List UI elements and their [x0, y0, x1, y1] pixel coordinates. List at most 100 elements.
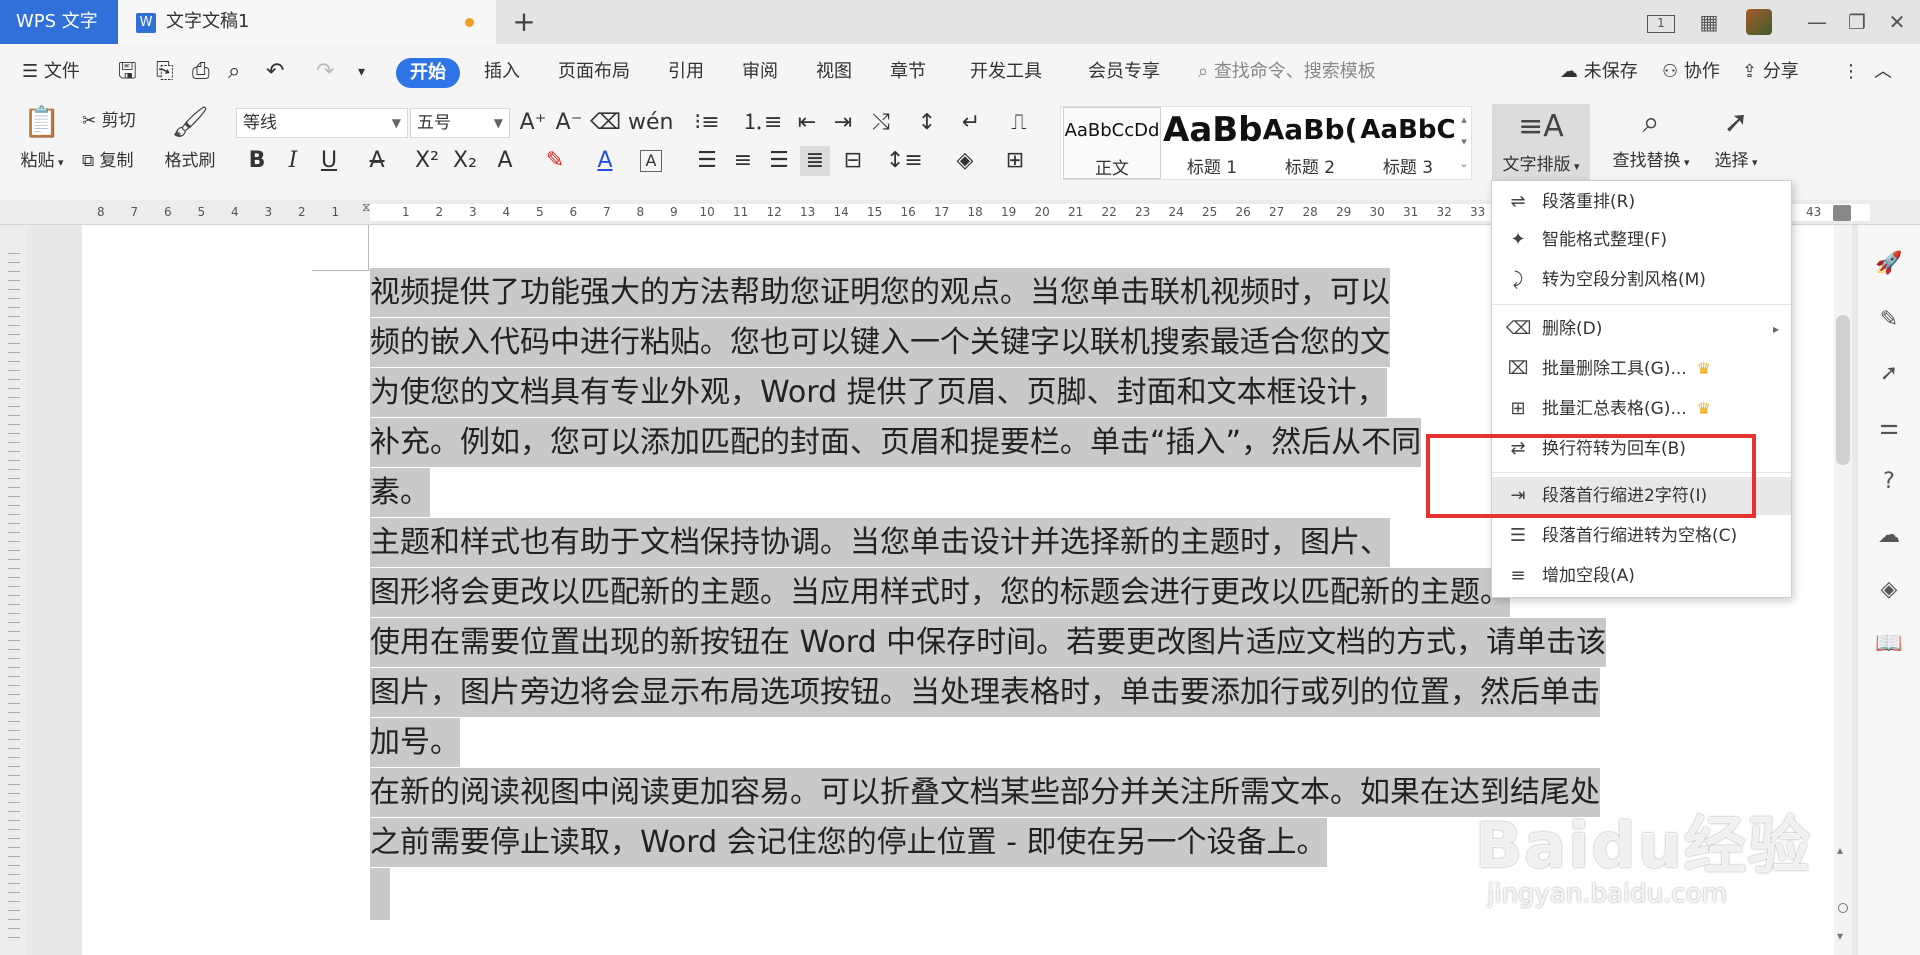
indent-marker-icon[interactable]: ⧖: [362, 200, 370, 215]
pinyin-icon[interactable]: wén: [628, 108, 673, 138]
menu-item-smart-format[interactable]: ✦ 智能格式整理(F): [1492, 221, 1791, 259]
print-preview-icon[interactable]: ⌕: [228, 58, 240, 86]
undo-icon[interactable]: ↶: [266, 58, 284, 86]
scroll-down-icon[interactable]: ▾: [1837, 929, 1843, 943]
new-tab-button[interactable]: +: [506, 4, 542, 40]
paste-button[interactable]: 📋 粘贴 ▾: [14, 104, 70, 171]
document-tab[interactable]: W 文字文稿1: [118, 0, 496, 44]
bold-icon[interactable]: B: [242, 146, 272, 176]
style-heading-2[interactable]: AaBb(标题 2: [1261, 107, 1359, 179]
close-icon[interactable]: ✕: [1880, 6, 1914, 38]
user-avatar[interactable]: [1746, 9, 1772, 35]
more-icon[interactable]: ⋮: [1842, 58, 1860, 86]
ruler-toggle-icon[interactable]: [1833, 205, 1851, 221]
align-center-icon[interactable]: ≡: [728, 146, 758, 176]
shading-icon[interactable]: ◈: [950, 146, 980, 176]
tab-page-layout[interactable]: 页面布局: [558, 58, 630, 86]
ruler-tick-label: 21: [1068, 205, 1084, 219]
app-tab[interactable]: WPS 文字: [0, 0, 118, 44]
font-color-icon[interactable]: A: [590, 146, 620, 176]
share-button[interactable]: ⇪ 分享: [1742, 58, 1799, 86]
style-scroll-icon[interactable]: ▴ ▾ ⌄: [1457, 109, 1471, 175]
align-right-icon[interactable]: ☰: [764, 146, 794, 176]
style-heading-1[interactable]: AaBb 标题 1: [1163, 107, 1261, 179]
minimize-icon[interactable]: —: [1800, 6, 1834, 38]
subscript-icon[interactable]: X₂: [450, 146, 480, 176]
menu-item-indent-to-space[interactable]: ☰ 段落首行缩进转为空格(C): [1492, 517, 1791, 555]
char-border-icon[interactable]: A: [640, 150, 662, 172]
smart-format-icon: ✦: [1510, 229, 1526, 250]
menu-item-batch-table[interactable]: ⊞ 批量汇总表格(G)... ♛: [1492, 390, 1791, 428]
sliders-icon[interactable]: ⚌: [1874, 413, 1904, 443]
collab-button[interactable]: ⚇ 协作: [1662, 58, 1720, 86]
borders-icon[interactable]: ⊞: [1000, 146, 1030, 176]
cloud-sync-icon[interactable]: ☁: [1874, 521, 1904, 551]
unsaved-status[interactable]: ☁ 未保存: [1560, 58, 1638, 86]
pointer-icon[interactable]: ➚: [1874, 359, 1904, 389]
save-icon[interactable]: 🖫: [118, 58, 137, 86]
format-painter-button[interactable]: 🖌 格式刷: [160, 104, 220, 171]
rocket-icon[interactable]: 🚀: [1874, 249, 1904, 279]
redo-icon[interactable]: ↷: [316, 58, 334, 86]
tab-insert[interactable]: 插入: [484, 58, 520, 86]
strikethrough-icon[interactable]: A: [362, 146, 392, 176]
tab-view[interactable]: 视图: [816, 58, 852, 86]
scrollbar-thumb[interactable]: [1836, 315, 1850, 465]
menu-item-reflow[interactable]: ⇌ 段落重排(R): [1492, 183, 1791, 221]
style-normal[interactable]: AaBbCcDd 正文: [1063, 107, 1161, 179]
tab-review[interactable]: 审阅: [742, 58, 778, 86]
tab-references[interactable]: 引用: [668, 58, 704, 86]
font-size-select[interactable]: 五号 ▼: [410, 108, 510, 138]
menu-item-delete[interactable]: ⌫ 删除(D) ▸: [1492, 310, 1791, 348]
font-name-select[interactable]: 等线 ▼: [236, 108, 408, 138]
cut-button[interactable]: ✂ 剪切: [82, 108, 136, 134]
style-heading-3[interactable]: AaBbC 标题 3: [1359, 107, 1457, 179]
compass-icon[interactable]: ◈: [1874, 575, 1904, 605]
file-menu[interactable]: ☰ 文件: [22, 58, 80, 86]
text-direction-icon[interactable]: ⤭: [866, 108, 896, 138]
shrink-font-icon[interactable]: A⁻: [554, 108, 584, 138]
menu-item-add-empty-para[interactable]: ≡ 增加空段(A): [1492, 557, 1791, 595]
underline-icon[interactable]: U: [314, 146, 344, 176]
select-button[interactable]: ➚ 选择 ▾: [1706, 104, 1766, 171]
tab-member[interactable]: 会员专享: [1088, 58, 1160, 86]
justify-icon[interactable]: ≣: [800, 146, 830, 176]
menu-item-empty-para-style[interactable]: ⤸ 转为空段分割风格(M): [1492, 261, 1791, 299]
text-effect-icon[interactable]: A: [490, 146, 520, 176]
tab-chapter[interactable]: 章节: [890, 58, 926, 86]
quick-access-dropdown-icon[interactable]: ▾: [358, 58, 365, 86]
help-icon[interactable]: ?: [1874, 467, 1904, 497]
show-marks-icon[interactable]: ↵: [956, 108, 986, 138]
distribute-icon[interactable]: ⊟: [838, 146, 868, 176]
ruler-tick-label: 30: [1369, 205, 1385, 219]
tab-start[interactable]: 开始: [396, 58, 460, 88]
clear-format-icon[interactable]: ⌫: [590, 108, 621, 138]
line-spacing-icon[interactable]: ↕≡: [886, 146, 923, 176]
copy-button[interactable]: ⧉ 复制: [82, 148, 134, 174]
table-tools-icon[interactable]: ⎍: [1004, 108, 1034, 138]
align-left-icon[interactable]: ☰: [692, 146, 722, 176]
grid-apps-icon[interactable]: ▦: [1692, 6, 1726, 38]
sort-icon[interactable]: ↕: [912, 108, 942, 138]
collapse-ribbon-icon[interactable]: ︿: [1874, 58, 1892, 86]
book-icon[interactable]: 📖: [1874, 629, 1904, 659]
command-search[interactable]: ⌕ 查找命令、搜索模板: [1198, 58, 1376, 86]
highlight-icon[interactable]: ✎: [540, 146, 570, 176]
grow-font-icon[interactable]: A⁺: [518, 108, 548, 138]
vertical-ruler[interactable]: [0, 225, 26, 955]
page-view-icon[interactable]: 1: [1644, 6, 1678, 38]
pen-icon[interactable]: ✎: [1874, 305, 1904, 335]
italic-icon[interactable]: I: [278, 146, 308, 176]
tab-developer[interactable]: 开发工具: [970, 58, 1042, 86]
superscript-icon[interactable]: X²: [412, 146, 442, 176]
export-icon[interactable]: ⎘: [156, 58, 174, 86]
decrease-indent-icon[interactable]: ⇤: [792, 108, 822, 138]
find-replace-button[interactable]: ⌕ 查找替换 ▾: [1606, 104, 1696, 171]
restore-icon[interactable]: ❐: [1840, 6, 1874, 38]
print-icon[interactable]: ⎙: [192, 58, 210, 86]
menu-item-batch-delete[interactable]: ⌧ 批量删除工具(G)... ♛: [1492, 350, 1791, 388]
increase-indent-icon[interactable]: ⇥: [828, 108, 858, 138]
bullets-icon[interactable]: ⁝≡: [692, 108, 722, 138]
numbering-icon[interactable]: ⒈≡: [742, 108, 782, 138]
vertical-ruler-ticks: [8, 245, 20, 945]
